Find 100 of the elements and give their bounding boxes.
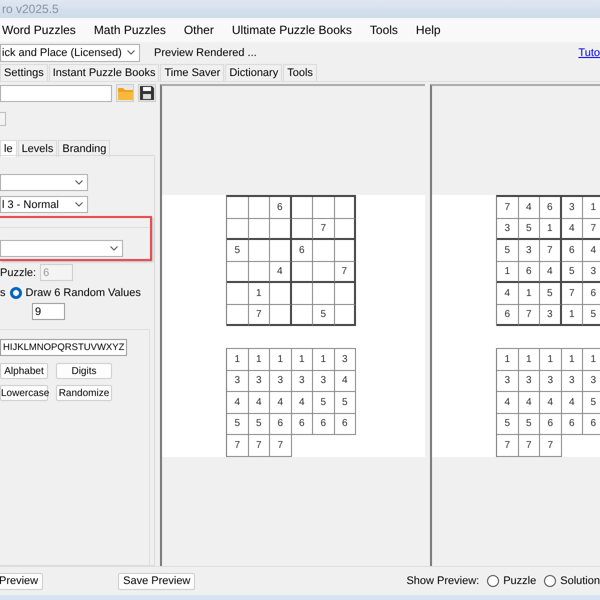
- tab[interactable]: Dictionary: [225, 64, 282, 81]
- grid-cell: 1: [248, 283, 270, 304]
- grid-cell: 5: [583, 304, 600, 326]
- grid-cell: 1: [562, 304, 583, 326]
- number-spinner[interactable]: 9: [32, 303, 65, 320]
- grid-cell: 6: [270, 197, 292, 218]
- caret-icon: [127, 50, 135, 55]
- grid-cell: 3: [497, 218, 518, 240]
- grid-cell: 4: [583, 240, 600, 262]
- grid-cell: 7: [248, 435, 270, 456]
- grid-cell: 4: [292, 392, 313, 414]
- save-preview-button[interactable]: Save Preview: [118, 572, 196, 590]
- tab[interactable]: Levels: [18, 140, 58, 157]
- grid-cell: 3: [540, 304, 562, 326]
- grid-cell: 3: [334, 349, 356, 370]
- grid-cell: 1: [313, 349, 334, 370]
- button[interactable]: Randomize: [56, 385, 112, 401]
- spin-buttons[interactable]: [0, 112, 6, 126]
- grid-cell: 1: [497, 349, 518, 370]
- grid-cell: 3: [518, 370, 540, 392]
- grid-cell: 3: [227, 370, 248, 392]
- tab[interactable]: Settings: [0, 64, 48, 81]
- grid-cell: 4: [497, 392, 518, 414]
- grid-cell: 7: [334, 262, 356, 283]
- preview-radio[interactable]: Solution: [544, 575, 600, 587]
- caret-icon: [110, 246, 118, 251]
- grid-cell: 6: [292, 414, 313, 435]
- grid-cell: 4: [248, 392, 270, 414]
- button[interactable]: Lowercase: [0, 385, 48, 401]
- random-values-radio[interactable]: Draw 6 Random Values: [10, 286, 141, 298]
- dropdown[interactable]: [0, 174, 88, 191]
- grid-cell: 7: [497, 197, 518, 218]
- grid-cell: 1: [562, 349, 583, 370]
- grid-cell: 6: [562, 240, 583, 262]
- show-preview-label: Show Preview:: [406, 575, 480, 587]
- grid-cell: 1: [227, 349, 248, 370]
- grid-cell: 5: [313, 304, 334, 326]
- grid-cell: 7: [540, 240, 562, 262]
- grid-cell: 3: [540, 370, 562, 392]
- menu-item[interactable]: Other: [182, 23, 220, 37]
- grid-cell: 3: [583, 262, 600, 283]
- menu-item[interactable]: Help: [414, 23, 447, 37]
- grid-cell: 4: [518, 197, 540, 218]
- button[interactable]: Alphabet: [0, 363, 48, 379]
- file-field[interactable]: [0, 84, 112, 102]
- grid-cell: 1: [583, 197, 600, 218]
- grid-cell: 3: [518, 240, 540, 262]
- grid-cell: 6: [313, 414, 334, 435]
- grid-cell: 1: [518, 283, 540, 304]
- grid-cell: 5: [248, 414, 270, 435]
- menu-item[interactable]: Math Puzzles: [92, 23, 172, 37]
- radio-label: s: [0, 286, 6, 298]
- menu-item[interactable]: Ultimate Puzzle Books: [230, 23, 358, 37]
- tab[interactable]: Branding: [58, 140, 110, 157]
- grid-cell: 5: [227, 414, 248, 435]
- preview-radio[interactable]: Puzzle: [487, 575, 536, 587]
- grid-cell: 3: [562, 370, 583, 392]
- tutorial-link[interactable]: Tuto: [578, 46, 600, 58]
- grid-cell: 6: [562, 414, 583, 435]
- grid-cell: 7: [583, 218, 600, 240]
- grid-cell: 1: [248, 349, 270, 370]
- grid-cell: 6: [540, 414, 562, 435]
- menu-item[interactable]: Tools: [368, 23, 404, 37]
- dropdown[interactable]: [0, 240, 123, 257]
- level-dropdown[interactable]: l 3 - Normal: [0, 196, 88, 213]
- grid-cell: 7: [518, 435, 540, 456]
- grid-cell: 7: [497, 435, 518, 456]
- menu-item[interactable]: Word Puzzles: [0, 23, 82, 37]
- preview-button[interactable]: Preview: [0, 572, 44, 590]
- grid-cell: 4: [562, 218, 583, 240]
- grid-cell: 1: [540, 218, 562, 240]
- grid-cell: 4: [540, 262, 562, 283]
- grid-cell: 5: [497, 414, 518, 435]
- tab[interactable]: le: [0, 140, 17, 157]
- save-icon: [140, 86, 154, 100]
- grid-cell: 4: [540, 392, 562, 414]
- grid-cell: 7: [518, 304, 540, 326]
- grid-cell: 1: [270, 349, 292, 370]
- grid-cell: 1: [540, 349, 562, 370]
- button[interactable]: Digits: [56, 363, 112, 379]
- product-dropdown[interactable]: ick and Place (Licensed): [0, 44, 140, 62]
- tab[interactable]: Tools: [283, 64, 317, 81]
- grid-cell: 3: [562, 197, 583, 218]
- grid-cell: 7: [270, 435, 292, 456]
- grid-cell: 3: [583, 370, 600, 392]
- characters-field[interactable]: HIJKLMNOPQRSTUVWXYZ: [0, 339, 128, 356]
- puzzle-label: Puzzle:: [0, 266, 36, 278]
- status-text: Preview Rendered ...: [154, 46, 257, 58]
- grid-cell: 4: [334, 370, 356, 392]
- grid-cell: 1: [583, 349, 600, 370]
- tab[interactable]: Instant Puzzle Books: [48, 64, 160, 81]
- grid-cell: 7: [248, 304, 270, 326]
- grid-cell: 1: [518, 349, 540, 370]
- grid-cell: 4: [270, 262, 292, 283]
- grid-cell: 4: [227, 392, 248, 414]
- window-title: ro v2025.5: [2, 2, 59, 16]
- tab[interactable]: Time Saver: [160, 64, 224, 81]
- grid-cell: 5: [518, 414, 540, 435]
- save-button[interactable]: [138, 84, 156, 102]
- grid-cell: 3: [497, 370, 518, 392]
